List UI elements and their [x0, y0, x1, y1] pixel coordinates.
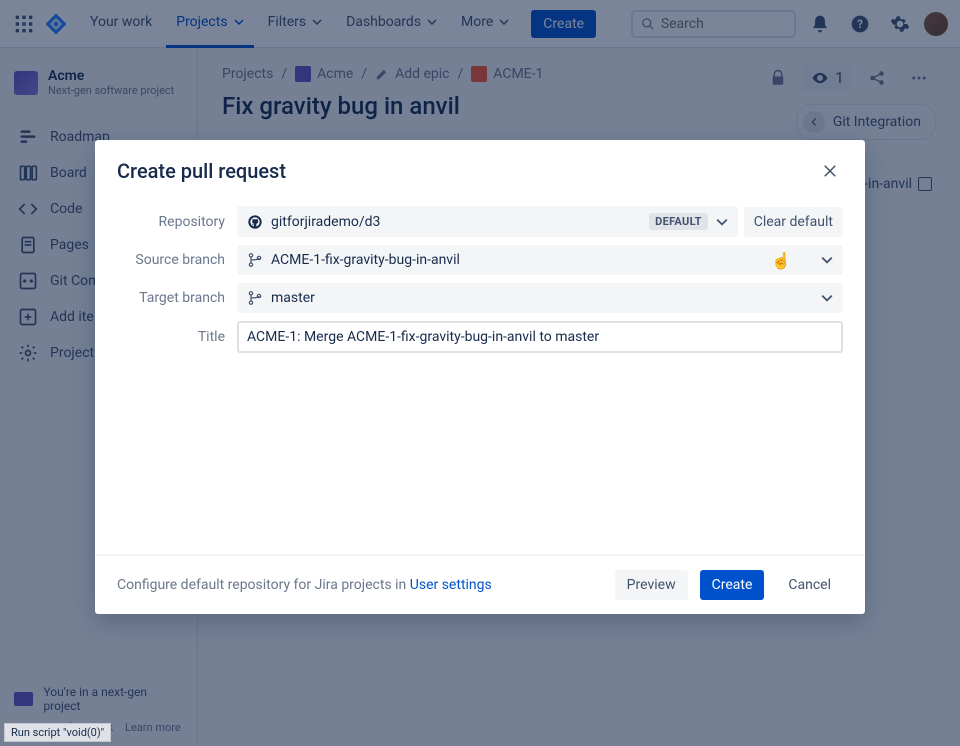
branch-icon	[247, 290, 263, 306]
user-settings-link[interactable]: User settings	[410, 577, 492, 593]
target-branch-label: Target branch	[117, 290, 237, 306]
github-icon	[247, 214, 263, 230]
chevron-down-icon	[716, 216, 728, 228]
target-branch-select[interactable]: master	[237, 283, 843, 313]
chevron-down-icon	[821, 292, 833, 304]
create-pr-modal: Create pull request Repository gitforjir…	[95, 140, 865, 614]
default-badge: DEFAULT	[649, 213, 708, 230]
footer-hint: Configure default repository for Jira pr…	[117, 577, 492, 593]
create-pr-button[interactable]: Create	[700, 570, 765, 600]
modal-footer: Configure default repository for Jira pr…	[95, 554, 865, 614]
repository-label: Repository	[117, 214, 237, 230]
modal-close-button[interactable]	[817, 158, 843, 184]
branch-icon	[247, 252, 263, 268]
pr-title-input[interactable]	[237, 321, 843, 353]
modal-overlay: Create pull request Repository gitforjir…	[0, 0, 960, 746]
source-branch-select[interactable]: ACME-1-fix-gravity-bug-in-anvil ☝	[237, 245, 843, 275]
browser-status-bar: Run script "void(0)"	[4, 723, 111, 742]
title-label: Title	[117, 329, 237, 345]
preview-button[interactable]: Preview	[615, 570, 688, 600]
clear-default-button[interactable]: Clear default	[744, 207, 843, 237]
cancel-button[interactable]: Cancel	[776, 570, 843, 600]
repository-select[interactable]: gitforjirademo/d3 DEFAULT	[237, 206, 738, 237]
source-branch-label: Source branch	[117, 252, 237, 268]
chevron-down-icon	[821, 254, 833, 266]
modal-title: Create pull request	[117, 159, 286, 183]
close-icon	[821, 162, 839, 180]
